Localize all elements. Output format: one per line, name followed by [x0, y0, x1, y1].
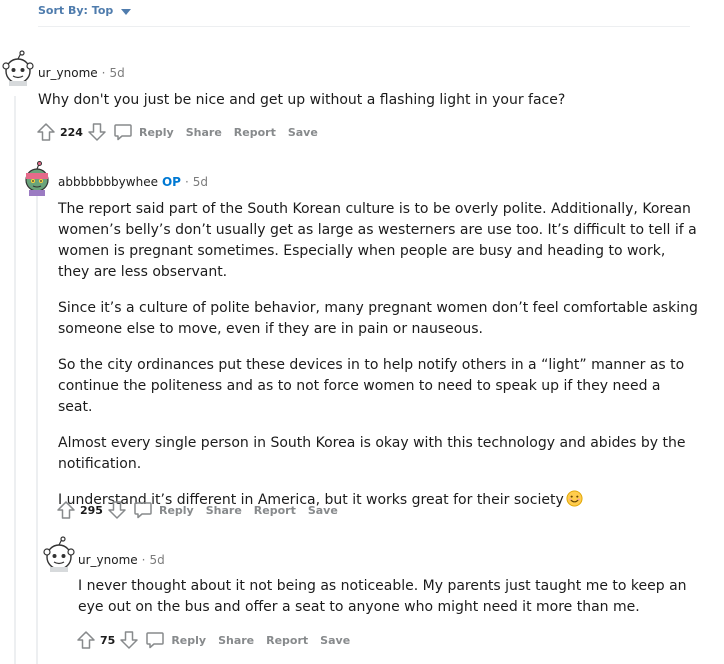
comment-meta: ur_ynome · 5d — [38, 66, 125, 80]
reply-label: Reply — [138, 125, 174, 139]
comment-paragraph: Since it’s a culture of polite behavior,… — [58, 300, 698, 337]
snoo-avatar[interactable] — [1, 50, 35, 86]
vote-count: 224 — [60, 125, 83, 139]
share-button[interactable]: Share — [218, 634, 254, 647]
timestamp[interactable]: 5d — [110, 66, 125, 80]
smiling-face-emoji — [566, 490, 583, 507]
upvote-arrow-icon[interactable] — [56, 500, 76, 520]
reply-button[interactable]: Reply — [133, 500, 194, 520]
vote-controls: 75 — [76, 630, 139, 650]
report-button[interactable]: Report — [234, 126, 276, 139]
reply-label: Reply — [171, 633, 207, 647]
timestamp[interactable]: 5d — [193, 175, 208, 189]
snoo-avatar-green[interactable] — [22, 160, 52, 196]
reply-button[interactable]: Reply — [113, 122, 174, 142]
op-badge: OP — [161, 175, 181, 189]
speech-bubble-icon — [114, 124, 132, 141]
comment-action-bar: 295 Reply Share Report Save — [56, 498, 338, 522]
vote-count: 295 — [80, 503, 103, 517]
upvote-arrow-icon[interactable] — [76, 630, 96, 650]
comment-meta: ur_ynome · 5d — [78, 553, 165, 567]
separator-dot: · — [101, 66, 106, 80]
report-button[interactable]: Report — [266, 634, 308, 647]
comment-paragraph: The report said part of the South Korean… — [58, 201, 697, 280]
comment-action-bar: 75 Reply Share Report Save — [76, 628, 350, 652]
comment-action-bar: 224 Reply Share Report Save — [36, 120, 318, 144]
divider — [38, 26, 690, 27]
vote-controls: 295 — [56, 500, 127, 520]
sort-dropdown[interactable]: Sort By: Top — [38, 4, 132, 17]
downvote-arrow-icon[interactable] — [87, 122, 107, 142]
sort-label: Sort By: Top — [38, 4, 114, 17]
upvote-arrow-icon[interactable] — [36, 122, 56, 142]
reply-button[interactable]: Reply — [145, 630, 206, 650]
comment-meta: abbbbbbbywhee OP · 5d — [58, 175, 208, 189]
speech-bubble-icon — [134, 502, 152, 519]
comment-body: Why don't you just be nice and get up wi… — [38, 90, 698, 111]
timestamp[interactable]: 5d — [150, 553, 165, 567]
save-button[interactable]: Save — [308, 504, 338, 517]
downvote-arrow-icon[interactable] — [107, 500, 127, 520]
separator-dot: · — [141, 553, 146, 567]
username-link[interactable]: ur_ynome — [38, 66, 98, 80]
save-button[interactable]: Save — [320, 634, 350, 647]
username-link[interactable]: ur_ynome — [78, 553, 138, 567]
chevron-down-icon — [121, 8, 132, 15]
separator-dot: · — [184, 175, 189, 189]
share-button[interactable]: Share — [206, 504, 242, 517]
thread-line[interactable] — [14, 96, 16, 664]
comment-paragraph: Almost every single person in South Kore… — [58, 435, 686, 472]
username-link[interactable]: abbbbbbbywhee — [58, 175, 158, 189]
report-button[interactable]: Report — [254, 504, 296, 517]
comment-paragraph: Why don't you just be nice and get up wi… — [38, 92, 566, 108]
downvote-arrow-icon[interactable] — [119, 630, 139, 650]
comment-thread: Sort By: Top ur_ynome · 5d Why don't you… — [0, 0, 724, 664]
comment-body: I never thought about it not being as no… — [78, 576, 688, 618]
comment-paragraph: So the city ordinances put these devices… — [58, 357, 685, 415]
comment-body: The report said part of the South Korean… — [58, 199, 698, 511]
save-button[interactable]: Save — [288, 126, 318, 139]
vote-count: 75 — [100, 633, 116, 647]
thread-line[interactable] — [36, 196, 38, 664]
reply-label: Reply — [158, 503, 194, 517]
comment-paragraph: I never thought about it not being as no… — [78, 578, 687, 615]
vote-controls: 224 — [36, 122, 107, 142]
snoo-avatar[interactable] — [42, 536, 76, 572]
share-button[interactable]: Share — [186, 126, 222, 139]
speech-bubble-icon — [146, 632, 165, 649]
